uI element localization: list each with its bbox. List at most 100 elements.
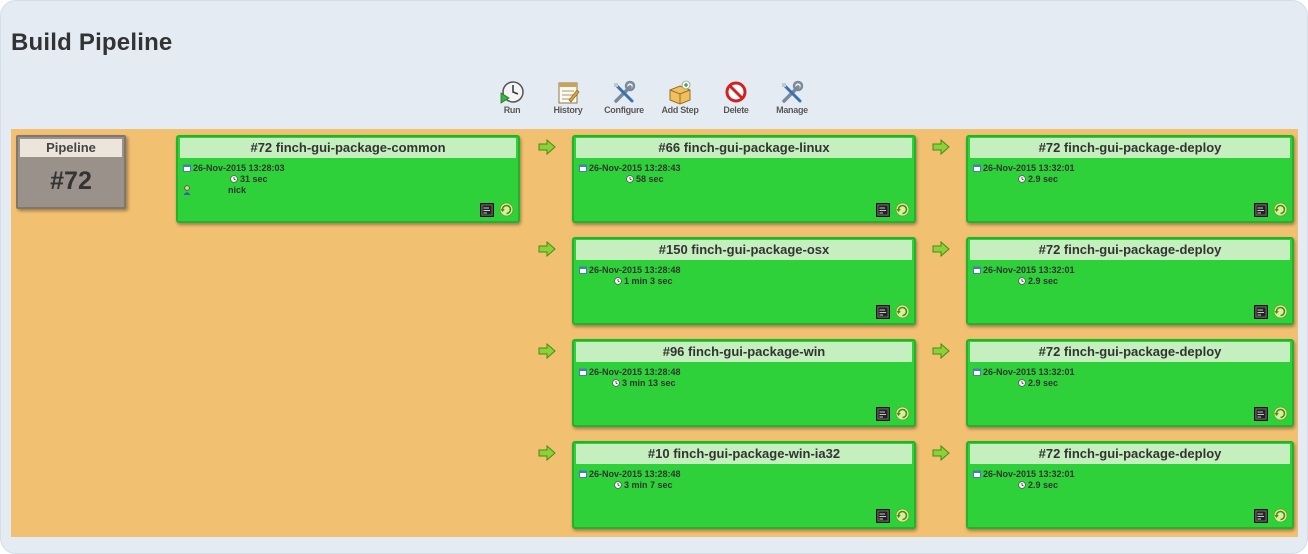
console-icon[interactable] xyxy=(876,509,890,523)
calendar-icon xyxy=(579,164,587,172)
build-duration: 31 sec xyxy=(230,174,268,184)
build-title[interactable]: #66 finch-gui-package-linux xyxy=(576,138,912,158)
delete-button[interactable]: Delete xyxy=(706,80,766,120)
configure-button[interactable]: Configure xyxy=(594,80,654,120)
build-date: 26-Nov-2015 13:28:48 xyxy=(579,265,681,275)
build-title[interactable]: #150 finch-gui-package-osx xyxy=(576,240,912,260)
build-card[interactable]: #150 finch-gui-package-osx 26-Nov-2015 1… xyxy=(572,237,916,325)
build-title[interactable]: #72 finch-gui-package-deploy xyxy=(970,342,1290,362)
build-duration: 1 min 3 sec xyxy=(614,276,673,286)
add-step-button[interactable]: Add Step xyxy=(650,80,710,120)
clock-icon xyxy=(230,175,238,183)
build-card[interactable]: #72 finch-gui-package-deploy 26-Nov-2015… xyxy=(966,237,1294,325)
build-duration-text: 2.9 sec xyxy=(1028,378,1059,388)
rerun-icon[interactable] xyxy=(499,202,514,217)
clock-icon xyxy=(1018,481,1026,489)
console-icon[interactable] xyxy=(876,305,890,319)
build-date-text: 26-Nov-2015 13:28:48 xyxy=(589,469,681,479)
build-duration: 2.9 sec xyxy=(1018,480,1058,490)
build-duration-text: 1 min 3 sec xyxy=(624,276,673,286)
build-date-text: 26-Nov-2015 13:32:01 xyxy=(983,367,1075,377)
build-duration-text: 2.9 sec xyxy=(1028,480,1059,490)
build-duration: 2.9 sec xyxy=(1018,276,1058,286)
build-title[interactable]: #96 finch-gui-package-win xyxy=(576,342,912,362)
console-icon[interactable] xyxy=(876,407,890,421)
add-step-icon xyxy=(669,80,691,105)
flow-arrow-icon xyxy=(932,139,950,155)
rerun-icon[interactable] xyxy=(895,304,910,319)
rerun-icon[interactable] xyxy=(1273,508,1288,523)
configure-icon xyxy=(614,80,636,103)
user-icon xyxy=(183,185,191,195)
build-card[interactable]: #72 finch-gui-package-deploy 26-Nov-2015… xyxy=(966,441,1294,529)
add-step-label: Add Step xyxy=(661,105,699,115)
console-icon[interactable] xyxy=(1254,203,1268,217)
build-card[interactable]: #66 finch-gui-package-linux 26-Nov-2015 … xyxy=(572,135,916,223)
console-icon[interactable] xyxy=(1254,305,1268,319)
build-card[interactable]: #96 finch-gui-package-win 26-Nov-2015 13… xyxy=(572,339,916,427)
build-duration: 3 min 13 sec xyxy=(612,378,676,388)
build-date: 26-Nov-2015 13:32:01 xyxy=(973,367,1075,377)
build-date-text: 26-Nov-2015 13:28:48 xyxy=(589,367,681,377)
build-date-text: 26-Nov-2015 13:28:03 xyxy=(193,163,285,173)
rerun-icon[interactable] xyxy=(1273,304,1288,319)
pipeline-number: #72 xyxy=(50,167,92,195)
delete-icon xyxy=(725,81,747,103)
build-duration-text: 31 sec xyxy=(240,174,268,184)
flow-arrow-icon xyxy=(538,241,556,257)
pipeline-revision-box[interactable]: Pipeline #72 xyxy=(16,135,126,209)
calendar-icon xyxy=(579,368,587,376)
build-date: 26-Nov-2015 13:32:01 xyxy=(973,265,1075,275)
calendar-icon xyxy=(973,470,981,478)
build-user-name: nick xyxy=(228,185,247,195)
manage-button[interactable]: Manage xyxy=(762,80,822,120)
run-button[interactable]: Run xyxy=(482,80,542,120)
flow-arrow-icon xyxy=(932,445,950,461)
clock-icon xyxy=(1018,379,1026,387)
run-icon xyxy=(500,81,524,104)
calendar-icon xyxy=(579,470,587,478)
console-icon[interactable] xyxy=(876,203,890,217)
build-date-text: 26-Nov-2015 13:32:01 xyxy=(983,163,1075,173)
build-title[interactable]: #72 finch-gui-package-deploy xyxy=(970,240,1290,260)
flow-arrow-icon xyxy=(538,139,556,155)
build-title[interactable]: #72 finch-gui-package-common xyxy=(180,138,516,158)
rerun-icon[interactable] xyxy=(895,202,910,217)
rerun-icon[interactable] xyxy=(1273,406,1288,421)
console-icon[interactable] xyxy=(1254,509,1268,523)
clock-icon xyxy=(1018,175,1026,183)
calendar-icon xyxy=(973,164,981,172)
toolbar: Run History Configure Add Step Delete Ma… xyxy=(0,0,1308,125)
build-card[interactable]: #72 finch-gui-package-deploy 26-Nov-2015… xyxy=(966,135,1294,223)
build-duration: 58 sec xyxy=(626,174,664,184)
manage-icon xyxy=(782,80,804,103)
build-duration-text: 2.9 sec xyxy=(1028,276,1059,286)
pipeline-label: Pipeline xyxy=(20,139,122,157)
console-icon[interactable] xyxy=(1254,407,1268,421)
configure-label: Configure xyxy=(604,105,644,115)
console-icon[interactable] xyxy=(480,203,494,217)
rerun-icon[interactable] xyxy=(895,406,910,421)
calendar-icon xyxy=(973,266,981,274)
build-date: 26-Nov-2015 13:28:43 xyxy=(579,163,681,173)
calendar-icon xyxy=(183,164,191,172)
flow-arrow-icon xyxy=(932,343,950,359)
history-icon xyxy=(558,82,580,104)
history-button[interactable]: History xyxy=(538,80,598,120)
rerun-icon[interactable] xyxy=(895,508,910,523)
rerun-icon[interactable] xyxy=(1273,202,1288,217)
build-title[interactable]: #72 finch-gui-package-deploy xyxy=(970,138,1290,158)
clock-icon xyxy=(1018,277,1026,285)
build-card[interactable]: #72 finch-gui-package-deploy 26-Nov-2015… xyxy=(966,339,1294,427)
calendar-icon xyxy=(973,368,981,376)
build-date: 26-Nov-2015 13:28:03 xyxy=(183,163,285,173)
build-card[interactable]: #72 finch-gui-package-common 26-Nov-2015… xyxy=(176,135,520,223)
build-duration-text: 2.9 sec xyxy=(1028,174,1059,184)
build-title[interactable]: #72 finch-gui-package-deploy xyxy=(970,444,1290,464)
history-label: History xyxy=(553,105,583,115)
clock-icon xyxy=(626,175,634,183)
build-title[interactable]: #10 finch-gui-package-win-ia32 xyxy=(576,444,912,464)
build-duration-text: 3 min 7 sec xyxy=(624,480,673,490)
build-card[interactable]: #10 finch-gui-package-win-ia32 26-Nov-20… xyxy=(572,441,916,529)
clock-icon xyxy=(612,379,620,387)
